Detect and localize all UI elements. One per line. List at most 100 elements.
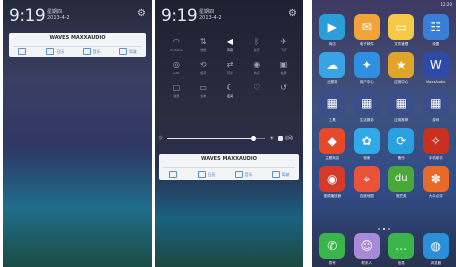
page-dot: [388, 228, 390, 230]
dianping-icon: ✽: [422, 166, 449, 192]
toggle-rotate[interactable]: ⟲ 旋转: [190, 61, 217, 76]
cloud-icon: ☁: [319, 52, 346, 78]
brightness-slider[interactable]: [167, 136, 265, 141]
app-tools-folder[interactable]: ▦ 工具: [315, 90, 350, 122]
wifi-icon: ◠: [172, 37, 180, 46]
auto-brightness-toggle[interactable]: 自动: [278, 135, 293, 141]
clock-icon: [18, 48, 27, 55]
data-icon: ⇅: [199, 37, 207, 46]
clock-icon: [168, 171, 177, 178]
airplane-icon: ✈: [280, 37, 287, 46]
app-life-folder[interactable]: ▦ 生活服务: [350, 90, 385, 122]
backup-icon: ⟳: [388, 128, 415, 154]
quick-action[interactable]: [168, 171, 179, 178]
clock-date: 星期四 2013-4-2: [199, 9, 222, 21]
app-label: 用户中心: [359, 80, 374, 84]
page-indicator: [312, 228, 456, 230]
gps-icon: ◎: [172, 60, 180, 69]
app-app-center[interactable]: ★ 应用中心: [384, 52, 419, 84]
app-label: 应用中心: [394, 80, 409, 84]
status-time: 12:20: [440, 2, 452, 7]
toggle-bluetooth[interactable]: ᛒ 蓝牙: [243, 37, 270, 53]
quick-action[interactable]: 驾驶: [118, 48, 137, 55]
date-text: 2013-4-2: [199, 15, 222, 21]
app-audio-wave[interactable]: W MaxxAudio: [419, 52, 454, 84]
app-email[interactable]: ✉ 电子邮件: [350, 14, 385, 46]
date-text: 2013-4-2: [47, 15, 70, 21]
gear-icon[interactable]: ⚙: [137, 9, 146, 19]
app-label: MaxxAudio: [426, 80, 446, 84]
app-video[interactable]: ◉ 视频播放器: [315, 166, 350, 198]
quick-action[interactable]: 音乐: [82, 48, 101, 55]
brand-name: MAXXAUDIO: [222, 156, 258, 162]
page-dot: [378, 228, 380, 230]
assistant-icon: ✧: [422, 128, 449, 154]
app-assistant[interactable]: ✧ 手机助手: [419, 128, 454, 160]
quick-action[interactable]: 日历: [46, 48, 64, 55]
app-messages[interactable]: … 信息: [384, 233, 419, 265]
app-map[interactable]: ⌖ 百度地图: [350, 166, 385, 198]
app-user-center[interactable]: ✦ 用户中心: [350, 52, 385, 84]
app-recommend-folder[interactable]: ▦ 应用推荐: [384, 90, 419, 122]
toggle-screenshot[interactable]: ▣ 截屏: [270, 60, 297, 76]
gear-icon[interactable]: ⚙: [288, 9, 297, 19]
app-theme[interactable]: ◆ 主题商店: [315, 128, 350, 160]
quick-action[interactable]: 驾驶: [271, 171, 290, 178]
divider: [303, 0, 312, 267]
card-divider: [13, 46, 142, 47]
quick-action-label: 驾驶: [128, 48, 137, 54]
toggle-hotspot[interactable]: ◉ 热点: [243, 61, 270, 76]
app-wandoujia[interactable]: du 豌豆荚: [384, 166, 419, 198]
quick-action[interactable]: 日历: [197, 171, 216, 178]
app-center-icon: ★: [388, 52, 415, 78]
app-dianping[interactable]: ✽ 大众点评: [419, 166, 454, 198]
app-label: 商店: [328, 42, 336, 46]
toggle-airplane[interactable]: ✈ 飞行: [270, 37, 297, 53]
maxxaudio-card[interactable]: WAVES MAXXAUDIO 日历 音乐 驾驶: [9, 33, 146, 57]
toggle-wifi[interactable]: ◠ Portable: [163, 37, 190, 53]
app-grid: ▶ 商店 ✉ 电子邮件 ▭ 文件管理 ☷ 设置 ☁ 云服务 ✦ 用户中心 ★ 应用中心 W MaxxAudio…: [315, 14, 453, 198]
app-label: 设置: [432, 42, 440, 46]
toggle-moon[interactable]: ☾ 夜间: [217, 84, 244, 99]
app-gallery[interactable]: ✿ 相册: [350, 128, 385, 160]
toggle-lock[interactable]: ▢ 锁屏: [163, 84, 190, 99]
toggle-sync[interactable]: ⇄ 同步: [217, 61, 244, 76]
volume-icon: ◀: [226, 37, 234, 46]
app-backup[interactable]: ⟳ 备份: [384, 128, 419, 160]
app-phone[interactable]: ✆ 拨号: [315, 233, 350, 265]
toggle-label: GPS: [173, 71, 180, 75]
quick-action[interactable]: 音乐: [234, 171, 253, 178]
quick-action[interactable]: [18, 48, 28, 55]
toggle-label: 数据: [200, 48, 207, 52]
toggle-back[interactable]: ↺: [270, 84, 297, 97]
music-icon: [82, 48, 91, 55]
toggle-data[interactable]: ⇅ 数据: [190, 37, 217, 53]
bluetooth-icon: ᛒ: [254, 37, 260, 46]
app-settings[interactable]: ☷ 设置: [419, 14, 454, 46]
checkbox-icon[interactable]: [278, 135, 283, 141]
app-label: 相册: [363, 156, 371, 160]
quick-action-label: 音乐: [92, 48, 101, 54]
play-store-icon: ▶: [319, 14, 346, 40]
quick-action-label: 日历: [207, 171, 216, 177]
toggle-gps[interactable]: ◎ GPS: [163, 60, 190, 76]
screenshot-icon: ▣: [279, 60, 288, 69]
map-icon: ⌖: [353, 166, 380, 192]
toggle-volume[interactable]: ◀ 声音: [217, 37, 244, 53]
toggle-battery[interactable]: ▭ 省电: [190, 84, 217, 99]
app-browser[interactable]: ◍ 浏览器: [419, 233, 454, 265]
toggle-heart[interactable]: ♡: [243, 84, 270, 97]
user-center-icon: ✦: [353, 52, 380, 78]
quick-action-label: 驾驶: [281, 171, 290, 177]
app-label: 生活服务: [359, 118, 374, 122]
browser-icon: ◍: [422, 233, 449, 259]
app-play-store[interactable]: ▶ 商店: [315, 14, 350, 46]
app-games-folder[interactable]: ▦ 游戏: [419, 90, 454, 122]
app-contacts[interactable]: ☺ 联系人: [350, 233, 385, 265]
app-folder[interactable]: ▭ 文件管理: [384, 14, 419, 46]
app-label: 应用推荐: [394, 118, 409, 122]
app-cloud[interactable]: ☁ 云服务: [315, 52, 350, 84]
maxxaudio-card[interactable]: WAVES MAXXAUDIO 日历 音乐 驾驶: [159, 154, 299, 180]
brightness-fill: [167, 138, 254, 139]
brightness-knob[interactable]: [251, 136, 257, 141]
